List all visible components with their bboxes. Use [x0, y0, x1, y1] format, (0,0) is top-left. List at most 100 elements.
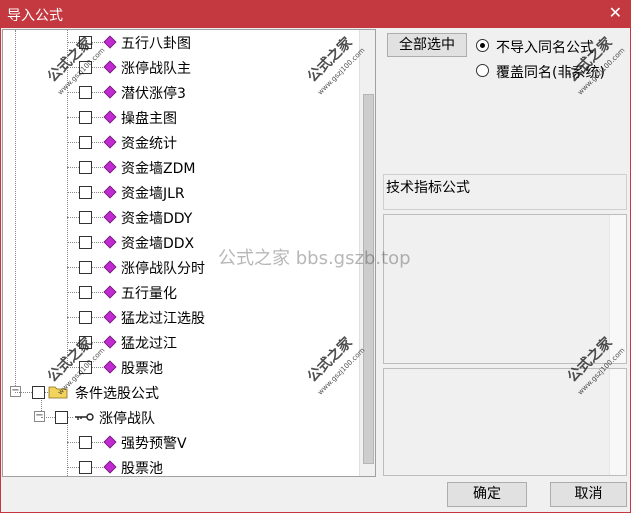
- tree-item[interactable]: − 条件选股公式: [3, 380, 359, 405]
- param-scrollbar[interactable]: [609, 369, 626, 475]
- tree-connector: [92, 317, 103, 318]
- tree-item[interactable]: 涨停战队主: [3, 55, 359, 80]
- tree-item-label: 操盘主图: [121, 111, 177, 127]
- close-icon[interactable]: ✕: [609, 3, 622, 22]
- cancel-button[interactable]: 取消: [550, 482, 627, 507]
- tree-connector: [92, 192, 103, 193]
- tree-item-label: 股票池: [121, 461, 163, 477]
- tree-item-label: 涨停战队主: [121, 61, 191, 77]
- tree-item-checkbox[interactable]: [79, 461, 92, 474]
- tree-connector: [67, 442, 79, 443]
- tree-connector: [92, 467, 103, 468]
- tree-item-checkbox[interactable]: [79, 261, 92, 274]
- tree-item-checkbox[interactable]: [55, 411, 68, 424]
- tree-item-label: 条件选股公式: [75, 386, 159, 402]
- key-icon: [75, 413, 94, 421]
- tree-item-checkbox[interactable]: [32, 386, 45, 399]
- tree-connector: [67, 217, 79, 218]
- tree-connector: [92, 42, 103, 43]
- tree-connector: [67, 167, 79, 168]
- tree-item[interactable]: 资金墙DDX: [3, 230, 359, 255]
- tree-item[interactable]: 猛龙过江选股: [3, 305, 359, 330]
- radio-skip-indicator[interactable]: [476, 39, 489, 52]
- tree-item[interactable]: 资金统计: [3, 130, 359, 155]
- tree-scrollbar[interactable]: [359, 30, 375, 476]
- tree-item-label: 涨停战队分时: [121, 261, 205, 277]
- tree-connector: [92, 67, 103, 68]
- tree-item[interactable]: 资金墙JLR: [3, 180, 359, 205]
- tree-scrollbar-thumb[interactable]: [363, 94, 374, 464]
- tree-connector: [92, 367, 103, 368]
- formula-diamond-icon: [103, 85, 117, 99]
- tree-connector: [92, 342, 103, 343]
- formula-param-box: [383, 368, 627, 476]
- formula-diamond-icon: [103, 310, 117, 324]
- tree-item-label: 五行八卦图: [121, 36, 191, 52]
- tree-item-checkbox[interactable]: [79, 36, 92, 49]
- radio-skip-label: 不导入同名公式: [496, 40, 594, 56]
- formula-diamond-icon: [103, 435, 117, 449]
- tree-item[interactable]: − 涨停战队: [3, 405, 359, 430]
- tree-item-label: 资金墙JLR: [121, 186, 185, 202]
- tree-connector: [15, 392, 32, 393]
- tree-item-checkbox[interactable]: [79, 236, 92, 249]
- tree-item-label: 资金墙ZDM: [121, 161, 196, 177]
- tree-connector: [67, 467, 79, 468]
- tree-item-checkbox[interactable]: [79, 61, 92, 74]
- tree-item[interactable]: 资金墙DDY: [3, 205, 359, 230]
- radio-overwrite-indicator[interactable]: [476, 64, 489, 77]
- formula-diamond-icon: [103, 135, 117, 149]
- tree-item-label: 股票池: [121, 361, 163, 377]
- tree-item-checkbox[interactable]: [79, 136, 92, 149]
- tree-item-checkbox[interactable]: [79, 111, 92, 124]
- tree-connector: [67, 267, 79, 268]
- tree-item[interactable]: 操盘主图: [3, 105, 359, 130]
- tree-connector: [92, 242, 103, 243]
- tree-item-checkbox[interactable]: [79, 436, 92, 449]
- tree-item-checkbox[interactable]: [79, 311, 92, 324]
- tree-connector: [67, 367, 79, 368]
- title-bar: 导入公式 ✕: [0, 0, 631, 28]
- tree-item-checkbox[interactable]: [79, 361, 92, 374]
- tree-connector: [67, 292, 79, 293]
- tree-connector: [67, 192, 79, 193]
- tree-connector: [92, 117, 103, 118]
- tree-item[interactable]: 五行八卦图: [3, 30, 359, 55]
- tree-item[interactable]: 五行量化: [3, 280, 359, 305]
- tree-item-checkbox[interactable]: [79, 161, 92, 174]
- tree-connector: [67, 92, 79, 93]
- tree-item[interactable]: 涨停战队分时: [3, 255, 359, 280]
- formula-diamond-icon: [103, 360, 117, 374]
- formula-diamond-icon: [103, 260, 117, 274]
- tree-item[interactable]: 强势预警V: [3, 430, 359, 455]
- tree-item[interactable]: 猛龙过江: [3, 330, 359, 355]
- select-all-button[interactable]: 全部选中: [387, 33, 467, 57]
- formula-tree[interactable]: 五行八卦图涨停战队主潜伏涨停3 操盘主图资金统计资金墙ZDM 资金墙JLR 资金墙DD…: [2, 29, 376, 477]
- formula-diamond-icon: [103, 460, 117, 474]
- formula-category: 技术指标公式: [383, 174, 627, 210]
- tree-item-checkbox[interactable]: [79, 186, 92, 199]
- tree-connector: [67, 67, 79, 68]
- window-title: 导入公式: [7, 8, 63, 24]
- tree-item[interactable]: 股票池: [3, 355, 359, 380]
- formula-diamond-icon: [103, 185, 117, 199]
- tree-item[interactable]: 资金墙ZDM: [3, 155, 359, 180]
- formula-diamond-icon: [103, 60, 117, 74]
- tree-connector: [67, 317, 79, 318]
- tree-item-checkbox[interactable]: [79, 211, 92, 224]
- tree-item-checkbox[interactable]: [79, 336, 92, 349]
- tree-connector: [67, 117, 79, 118]
- ok-button[interactable]: 确定: [447, 482, 527, 507]
- tree-connector: [92, 217, 103, 218]
- tree-item-checkbox[interactable]: [79, 286, 92, 299]
- formula-diamond-icon: [103, 235, 117, 249]
- radio-overwrite-label: 覆盖同名(非系统): [496, 65, 605, 81]
- tree-connector: [67, 342, 79, 343]
- tree-item[interactable]: 潜伏涨停3: [3, 80, 359, 105]
- tree-item-checkbox[interactable]: [79, 86, 92, 99]
- description-scrollbar[interactable]: [609, 215, 626, 363]
- tree-connector: [92, 267, 103, 268]
- tree-item[interactable]: 股票池: [3, 455, 359, 477]
- tree-connector: [67, 242, 79, 243]
- tree-item-label: 猛龙过江选股: [121, 311, 205, 327]
